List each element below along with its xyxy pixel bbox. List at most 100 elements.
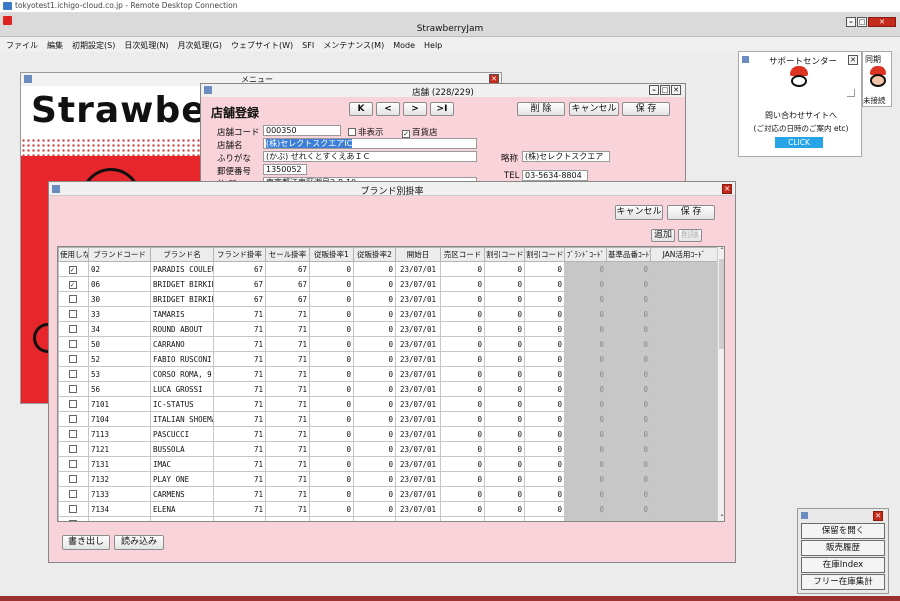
table-cell[interactable]: 0 xyxy=(564,366,607,382)
table-cell[interactable] xyxy=(650,291,718,307)
table-cell[interactable] xyxy=(650,336,718,352)
table-cell[interactable]: 0 xyxy=(606,276,651,292)
column-header[interactable]: 売区コード xyxy=(440,247,485,262)
hidden-checkbox-wrap[interactable]: 非表示 xyxy=(348,126,384,138)
column-header[interactable]: ﾌﾞﾗﾝﾄﾞｺｰﾄﾞ xyxy=(564,247,607,262)
free-stock-summary-button[interactable]: フリー在庫集計 xyxy=(801,574,885,590)
table-cell[interactable]: 0 xyxy=(606,321,651,337)
table-cell[interactable]: 0 xyxy=(606,426,651,442)
table-cell[interactable] xyxy=(650,516,718,521)
table-cell[interactable]: 71 xyxy=(213,336,266,352)
unused-checkbox-cell[interactable] xyxy=(58,501,89,517)
table-cell[interactable]: 7148 xyxy=(88,516,151,521)
unused-checkbox-cell[interactable] xyxy=(58,471,89,487)
store-cancel-button[interactable]: キャンセル xyxy=(569,102,619,116)
table-cell[interactable]: 0 xyxy=(606,261,651,277)
table-cell[interactable]: 71 xyxy=(265,471,310,487)
table-cell[interactable]: 0 xyxy=(440,381,485,397)
table-cell[interactable]: 71 xyxy=(265,426,310,442)
table-cell[interactable]: 23/07/01 xyxy=(395,276,441,292)
table-cell[interactable]: 71 xyxy=(213,486,266,502)
table-cell[interactable]: 0 xyxy=(564,501,607,517)
table-cell[interactable]: 0 xyxy=(440,291,485,307)
abbr-field[interactable]: (株)セレクトスクエア xyxy=(522,151,610,162)
table-cell[interactable]: 0 xyxy=(524,486,565,502)
table-cell[interactable]: CARMENS xyxy=(150,486,214,502)
column-header[interactable]: 割引コードS xyxy=(524,247,565,262)
table-cell[interactable]: 23/07/01 xyxy=(395,261,441,277)
table-cell[interactable]: 0 xyxy=(606,366,651,382)
table-cell[interactable]: 0 xyxy=(606,456,651,472)
table-cell[interactable]: 0 xyxy=(524,306,565,322)
table-cell[interactable]: PARADIS COULEUR xyxy=(150,261,214,277)
table-cell[interactable]: 0 xyxy=(484,351,525,367)
table-cell[interactable]: 23/07/01 xyxy=(395,366,441,382)
unused-checkbox[interactable] xyxy=(68,414,77,423)
unused-checkbox[interactable] xyxy=(68,309,77,318)
column-header[interactable]: 開始日 xyxy=(395,247,441,262)
unused-checkbox[interactable] xyxy=(68,399,77,408)
table-cell[interactable]: 71 xyxy=(213,396,266,412)
menu-item[interactable]: Help xyxy=(424,41,442,50)
unused-checkbox-cell[interactable] xyxy=(58,441,89,457)
table-cell[interactable]: 0 xyxy=(524,321,565,337)
table-cell[interactable]: 0 xyxy=(524,441,565,457)
table-cell[interactable]: 0 xyxy=(440,261,485,277)
prev-record-button[interactable]: < xyxy=(376,102,400,116)
brand-save-button[interactable]: 保 存 xyxy=(667,205,715,220)
table-cell[interactable]: ELENA xyxy=(150,501,214,517)
menu-item[interactable]: 初期設定(S) xyxy=(72,40,115,51)
hidden-checkbox[interactable] xyxy=(348,128,356,136)
table-cell[interactable]: 0 xyxy=(309,336,354,352)
table-cell[interactable]: 0 xyxy=(440,411,485,427)
table-cell[interactable]: 23/07/01 xyxy=(395,336,441,352)
table-cell[interactable]: 0 xyxy=(564,441,607,457)
table-cell[interactable]: 0 xyxy=(606,291,651,307)
table-row[interactable]: 7104ITALIAN SHOEMAKERS71710023/07/010000… xyxy=(58,411,718,427)
table-cell[interactable]: 0 xyxy=(484,486,525,502)
table-cell[interactable]: 0 xyxy=(353,261,396,277)
unused-checkbox[interactable] xyxy=(68,504,77,513)
table-cell[interactable]: 0 xyxy=(484,471,525,487)
table-row[interactable]: 33 TAMARIS 71 71 0 0 23/07/01 0 0 0 0 0 xyxy=(58,306,718,322)
table-cell[interactable]: 0 xyxy=(564,306,607,322)
table-cell[interactable]: 71 xyxy=(265,306,310,322)
table-row[interactable]: 56 LUCA GROSSI 71 71 0 0 23/07/01 0 0 0 0 0 xyxy=(58,381,718,397)
table-cell[interactable] xyxy=(650,396,718,412)
table-cell[interactable]: 0 xyxy=(524,516,565,521)
unused-checkbox[interactable]: ✓ xyxy=(68,266,77,274)
table-cell[interactable]: 71 xyxy=(213,351,266,367)
next-record-button[interactable]: > xyxy=(403,102,427,116)
table-cell[interactable]: 23/07/01 xyxy=(395,411,441,427)
table-cell[interactable]: 0 xyxy=(309,381,354,397)
table-cell[interactable]: 71 xyxy=(265,366,310,382)
app-maximize-button[interactable]: □ xyxy=(857,17,867,27)
table-cell[interactable]: 0 xyxy=(440,276,485,292)
table-cell[interactable]: 71 xyxy=(213,471,266,487)
table-cell[interactable]: CARRANO xyxy=(150,336,214,352)
unused-checkbox-cell[interactable] xyxy=(58,396,89,412)
table-cell[interactable]: 0 xyxy=(309,321,354,337)
menu-item[interactable]: 月次処理(G) xyxy=(178,40,222,51)
store-minimize-button[interactable]: – xyxy=(649,85,659,95)
menu-item[interactable]: 編集 xyxy=(47,40,63,51)
table-cell[interactable]: 71 xyxy=(265,441,310,457)
table-cell[interactable]: 0 xyxy=(484,366,525,382)
column-header[interactable]: フランド掛率 xyxy=(213,247,266,262)
table-cell[interactable]: 0 xyxy=(353,486,396,502)
table-cell[interactable] xyxy=(650,321,718,337)
table-cell[interactable]: 0 xyxy=(440,516,485,521)
brand-cancel-button[interactable]: キャンセル xyxy=(615,205,663,220)
unused-checkbox-cell[interactable]: ✓ xyxy=(58,276,89,292)
table-cell[interactable]: 0 xyxy=(524,276,565,292)
table-cell[interactable]: 0 xyxy=(606,411,651,427)
table-cell[interactable] xyxy=(650,426,718,442)
table-cell[interactable]: 0 xyxy=(484,501,525,517)
table-cell[interactable]: 0 xyxy=(309,396,354,412)
table-row[interactable]: 7132 PLAY ONE 71 71 0 0 23/07/01 0 0 0 0 0 xyxy=(58,471,718,487)
table-cell[interactable]: TAMARIS xyxy=(150,306,214,322)
store-code-field[interactable]: 000350 xyxy=(263,125,341,136)
table-row[interactable]: 7121 BUSSOLA 71 71 0 0 23/07/01 0 0 0 0 0 xyxy=(58,441,718,457)
table-cell[interactable]: 0 xyxy=(606,351,651,367)
table-row[interactable]: ✓02PARADIS COULEUR67670023/07/0100000 xyxy=(58,261,718,277)
